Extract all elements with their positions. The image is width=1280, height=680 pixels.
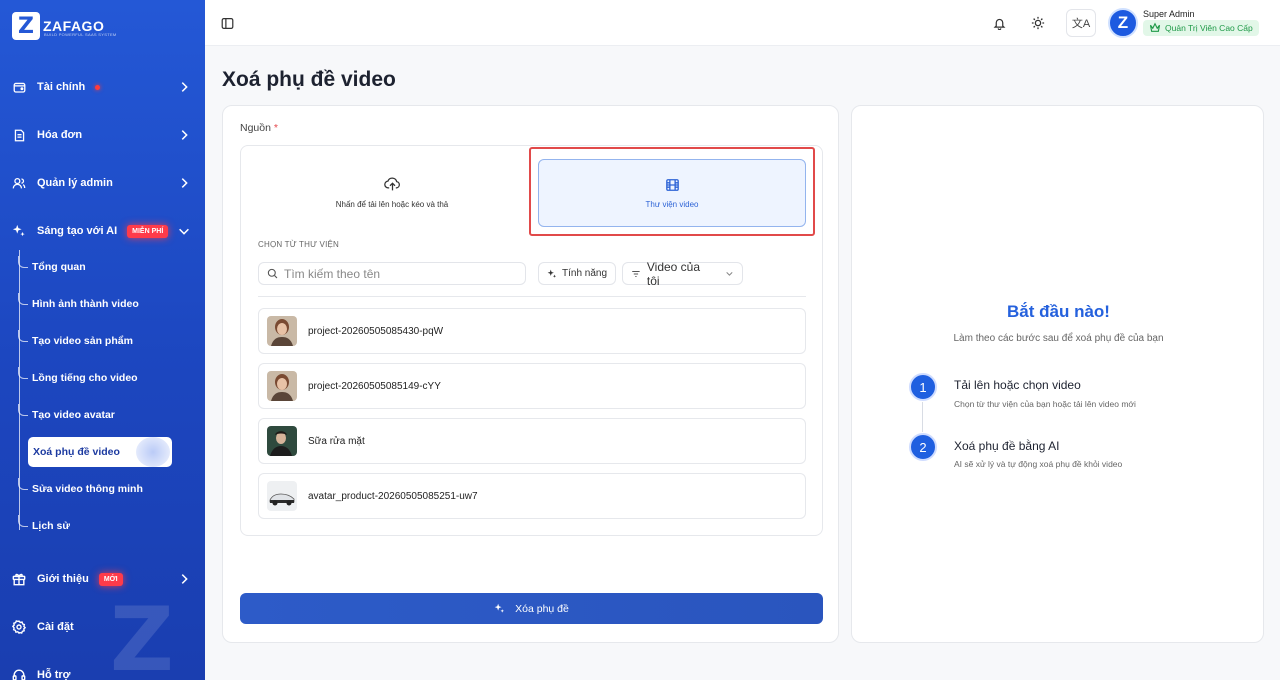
guide-title: Bắt đầu nào! [1007, 302, 1110, 321]
user-name: Super Admin [1143, 9, 1195, 19]
divider [258, 296, 806, 297]
submenu-item-avatar-video[interactable]: Tạo video avatar [18, 400, 178, 430]
video-list-item[interactable]: project-20260505085149-cYY [258, 363, 806, 409]
search-input[interactable] [284, 266, 514, 281]
top-header: 文A Z Super Admin Quản Trị Viên Cao Cấp [205, 0, 1280, 46]
guide-subtitle: Làm theo các bước sau để xoá phụ đề của … [953, 333, 1164, 344]
sun-icon[interactable] [1027, 12, 1049, 34]
video-title: avatar_product-20260505085251-uw7 [308, 490, 478, 502]
upload-label: Nhấn để tải lên hoặc kéo và thả [335, 200, 449, 209]
chevron-right-icon [181, 574, 188, 584]
submenu-item-overview[interactable]: Tổng quan [18, 252, 178, 282]
step-description: AI sẽ xử lý và tự động xoá phụ đề khỏi v… [954, 459, 1123, 469]
step-description: Chọn từ thư viện của bạn hoặc tải lên vi… [954, 399, 1136, 409]
video-filter-select[interactable]: Video của tôi [622, 260, 743, 288]
search-icon [267, 268, 278, 279]
video-title: project-20260505085149-cYY [308, 380, 441, 392]
sidebar-item-label: Tài chính [37, 81, 86, 93]
video-thumbnail [267, 481, 297, 511]
cloud-upload-icon [383, 177, 400, 191]
sidebar-item-label: Hỗ trợ [37, 669, 71, 680]
wallet-icon [12, 80, 26, 94]
support-icon [12, 668, 26, 680]
step-title: Tải lên hoặc chọn video [954, 378, 1081, 392]
library-heading: CHỌN TỪ THƯ VIỆN [258, 240, 340, 249]
sidebar-item-label: Hóa đơn [37, 129, 83, 141]
submenu-item-history[interactable]: Lịch sử [18, 511, 178, 541]
video-thumbnail [267, 316, 297, 346]
step-title: Xoá phụ đề bằng AI [954, 439, 1060, 453]
chevron-down-icon [726, 272, 733, 276]
video-title: Sữa rửa mặt [308, 435, 365, 447]
sidebar: Z ZAFAGO BUILD POWERFUL SAAS SYSTEM Tài … [0, 0, 205, 680]
selection-highlight [529, 147, 815, 236]
language-button[interactable]: 文A [1066, 9, 1096, 37]
source-label: Nguồn * [240, 122, 278, 134]
logo-mark: Z [12, 12, 40, 40]
role-badge: Quản Trị Viên Cao Cấp [1143, 20, 1259, 36]
new-badge: MỚI [98, 572, 123, 586]
sidebar-item-label: Quản lý admin [37, 177, 113, 189]
sidebar-item-admin[interactable]: Quản lý admin [0, 165, 205, 201]
video-thumbnail [267, 371, 297, 401]
chevron-down-icon [179, 228, 189, 235]
submenu-item-smart-edit[interactable]: Sửa video thông minh [18, 474, 178, 504]
sparkle-icon [12, 224, 26, 238]
submenu-item-product-video[interactable]: Tạo video sản phẩm [18, 326, 178, 356]
invoice-icon [12, 128, 26, 142]
sidebar-toggle-icon[interactable] [216, 12, 238, 34]
step-connector [922, 402, 923, 432]
settings-icon [12, 620, 26, 634]
sidebar-item-label: Cài đặt [37, 621, 74, 633]
free-badge: MIỄN PHÍ [127, 224, 169, 238]
video-list-item[interactable]: avatar_product-20260505085251-uw7 [258, 473, 806, 519]
chevron-right-icon [181, 82, 188, 92]
guide-card: Bắt đầu nào! Làm theo các bước sau để xo… [851, 105, 1264, 643]
notification-dot [95, 84, 101, 90]
feature-button[interactable]: Tính năng [538, 262, 617, 285]
crown-icon [1149, 22, 1161, 32]
brand-logo[interactable]: Z ZAFAGO BUILD POWERFUL SAAS SYSTEM [12, 12, 116, 40]
bell-icon[interactable] [988, 12, 1010, 34]
step-number: 1 [909, 373, 937, 401]
gift-icon [12, 572, 26, 586]
sidebar-item-settings[interactable]: Cài đặt [0, 609, 205, 645]
sidebar-item-ai-create[interactable]: Sáng tạo với AI MIỄN PHÍ [0, 213, 205, 249]
page-title: Xoá phụ đề video [222, 68, 396, 91]
chevron-right-icon [181, 178, 188, 188]
sidebar-item-referral[interactable]: Giới thiệu MỚI [0, 561, 205, 597]
video-list-item[interactable]: project-20260505085430-pqW [258, 308, 806, 354]
video-thumbnail [267, 426, 297, 456]
upload-dropzone[interactable]: Nhấn để tải lên hoặc kéo và thả [259, 159, 525, 227]
step-number: 2 [909, 433, 937, 461]
submenu-item-remove-subtitles[interactable]: Xoá phụ đề video [28, 437, 172, 467]
sidebar-item-label: Sáng tạo với AI [37, 225, 118, 237]
required-mark: * [273, 122, 278, 134]
avatar[interactable]: Z [1108, 8, 1138, 38]
chevron-right-icon [181, 130, 188, 140]
video-title: project-20260505085430-pqW [308, 325, 444, 337]
sidebar-item-finance[interactable]: Tài chính [0, 69, 205, 105]
filter-icon [632, 270, 640, 277]
submenu-item-image-to-video[interactable]: Hình ảnh thành video [18, 289, 178, 319]
submenu-item-voice-over[interactable]: Lồng tiếng cho video [18, 363, 178, 393]
sparkle-icon [547, 269, 557, 278]
sparkle-icon [494, 603, 505, 613]
translate-icon: 文A [1071, 18, 1091, 30]
sidebar-item-support[interactable]: Hỗ trợ [0, 657, 205, 680]
remove-subtitles-button[interactable]: Xóa phụ đề [240, 593, 823, 624]
search-box [258, 262, 526, 285]
users-icon [12, 176, 26, 190]
sidebar-item-invoices[interactable]: Hóa đơn [0, 117, 205, 153]
logo-tagline: BUILD POWERFUL SAAS SYSTEM [44, 32, 117, 37]
sidebar-item-label: Giới thiệu [37, 573, 89, 585]
video-list-item[interactable]: Sữa rửa mặt [258, 418, 806, 464]
